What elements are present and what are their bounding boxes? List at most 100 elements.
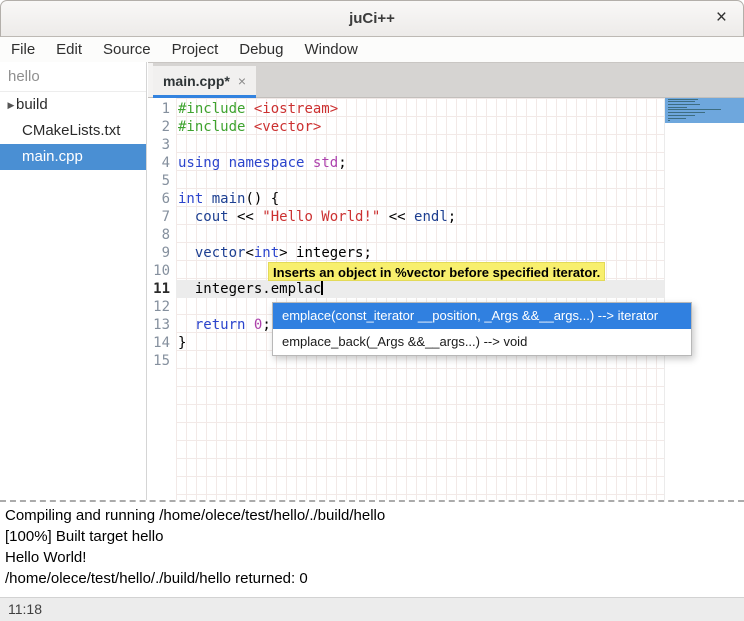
code-token: int: [178, 191, 203, 207]
output-line: Hello World!: [5, 547, 744, 568]
line-number: 3: [148, 136, 176, 154]
code-token: <<: [380, 209, 414, 225]
code-line[interactable]: 8: [148, 226, 664, 244]
menu-item-debug[interactable]: Debug: [231, 37, 291, 62]
code-line[interactable]: 11 integers.emplac: [148, 280, 664, 298]
code-line-content[interactable]: [176, 172, 664, 190]
line-number: 15: [148, 352, 176, 370]
tree-item-label: build: [16, 92, 48, 118]
code-token: #include: [178, 101, 245, 117]
source-map-code-line: [668, 104, 700, 105]
code-line[interactable]: 1#include <iostream>: [148, 100, 664, 118]
code-token: [245, 101, 253, 117]
line-number: 5: [148, 172, 176, 190]
titlebar: juCi++ ×: [0, 0, 744, 37]
source-map-code-line: [668, 120, 670, 121]
source-map[interactable]: [664, 98, 744, 500]
completion-doc-tooltip: Inserts an object in %vector before spec…: [268, 262, 605, 281]
text-cursor: [321, 280, 323, 295]
line-number: 11: [148, 280, 176, 298]
code-token: std: [313, 155, 338, 171]
code-editor[interactable]: 1#include <iostream>2#include <vector>34…: [148, 98, 664, 500]
code-token: <vector>: [254, 119, 321, 135]
menu-item-source[interactable]: Source: [95, 37, 159, 62]
code-token: namespace: [229, 155, 305, 171]
source-map-view-indicator[interactable]: [665, 98, 744, 123]
code-token: () {: [245, 191, 279, 207]
code-token: }: [178, 335, 186, 351]
code-line-content[interactable]: integers.emplac: [176, 280, 664, 298]
code-token: [245, 119, 253, 135]
completion-item[interactable]: emplace(const_iterator __position, _Args…: [273, 303, 691, 329]
line-number: 14: [148, 334, 176, 352]
code-line[interactable]: 7 cout << "Hello World!" << endl;: [148, 208, 664, 226]
code-token: integers.emplac: [178, 281, 321, 297]
code-token: ;: [338, 155, 346, 171]
file-tree: ▶buildCMakeLists.txtmain.cpp: [0, 92, 146, 170]
source-map-code-line: [668, 112, 705, 113]
line-number: 13: [148, 316, 176, 334]
code-token: int: [254, 245, 279, 261]
code-token: [178, 245, 195, 261]
code-line-content[interactable]: #include <iostream>: [176, 100, 664, 118]
code-line[interactable]: 3: [148, 136, 664, 154]
file-tree-sidebar: hello ▶buildCMakeLists.txtmain.cpp: [0, 62, 147, 500]
code-line[interactable]: 4using namespace std;: [148, 154, 664, 172]
code-line-content[interactable]: #include <vector>: [176, 118, 664, 136]
menu-item-edit[interactable]: Edit: [48, 37, 90, 62]
code-line-content[interactable]: [176, 136, 664, 154]
source-map-code-line: [668, 109, 721, 110]
code-line-content[interactable]: vector<int> integers;: [176, 244, 664, 262]
expander-icon[interactable]: ▶: [0, 92, 16, 118]
code-line[interactable]: 5: [148, 172, 664, 190]
juci-window: juCi++ × FileEditSourceProjectDebugWindo…: [0, 0, 744, 621]
code-token: endl: [414, 209, 448, 225]
tab-main-cpp[interactable]: main.cpp* ×: [153, 66, 256, 98]
code-token: > integers;: [279, 245, 372, 261]
source-map-code-line: [668, 115, 695, 116]
code-line[interactable]: 6int main() {: [148, 190, 664, 208]
code-line-content[interactable]: int main() {: [176, 190, 664, 208]
tree-item-label: main.cpp: [22, 144, 83, 170]
code-token: [245, 317, 253, 333]
line-number: 4: [148, 154, 176, 172]
code-token: vector: [195, 245, 246, 261]
line-number: 6: [148, 190, 176, 208]
project-header: hello: [0, 62, 146, 92]
tree-item-build[interactable]: ▶build: [0, 92, 146, 118]
menu-item-project[interactable]: Project: [164, 37, 227, 62]
source-map-code-line: [668, 101, 695, 102]
code-token: [178, 317, 195, 333]
tree-item-main-cpp[interactable]: main.cpp: [0, 144, 146, 170]
code-line-content[interactable]: cout << "Hello World!" << endl;: [176, 208, 664, 226]
tab-label: main.cpp*: [163, 73, 230, 89]
line-number: 1: [148, 100, 176, 118]
code-token: using: [178, 155, 220, 171]
code-line-content[interactable]: [176, 226, 664, 244]
line-number: 7: [148, 208, 176, 226]
code-line[interactable]: 2#include <vector>: [148, 118, 664, 136]
status-bar: 11:18: [0, 597, 744, 621]
output-line: [100%] Built target hello: [5, 526, 744, 547]
tree-item-cmakelists-txt[interactable]: CMakeLists.txt: [0, 118, 146, 144]
window-close-icon[interactable]: ×: [710, 1, 733, 37]
tab-bar: main.cpp* ×: [148, 62, 744, 98]
code-token: <: [245, 245, 253, 261]
menu-item-window[interactable]: Window: [296, 37, 365, 62]
code-token: main: [212, 191, 246, 207]
code-line-content[interactable]: using namespace std;: [176, 154, 664, 172]
code-token: "Hello World!": [262, 209, 380, 225]
completion-popup: emplace(const_iterator __position, _Args…: [272, 302, 692, 356]
tab-close-icon[interactable]: ×: [238, 73, 246, 89]
code-token: ;: [448, 209, 456, 225]
menu-item-file[interactable]: File: [3, 37, 43, 62]
code-token: [304, 155, 312, 171]
completion-item[interactable]: emplace_back(_Args &&__args...) --> void: [273, 329, 691, 355]
code-token: [220, 155, 228, 171]
code-line[interactable]: 9 vector<int> integers;: [148, 244, 664, 262]
cursor-position: 11:18: [8, 598, 42, 621]
output-line: Compiling and running /home/olece/test/h…: [5, 505, 744, 526]
line-number: 12: [148, 298, 176, 316]
line-number: 9: [148, 244, 176, 262]
menubar: FileEditSourceProjectDebugWindow: [0, 37, 744, 62]
